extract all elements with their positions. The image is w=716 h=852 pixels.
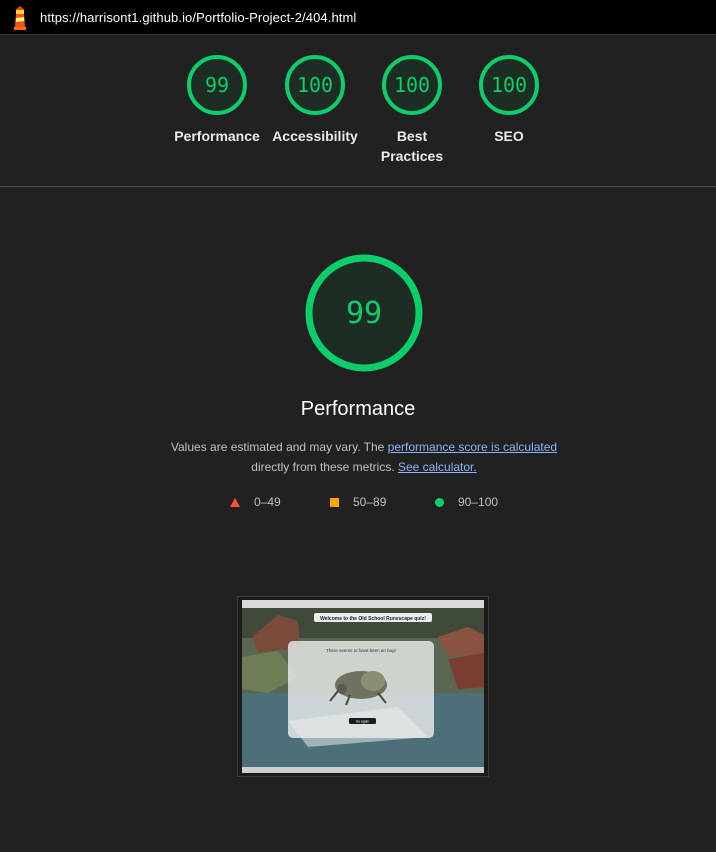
- gauge-performance-ring: 99: [187, 55, 247, 115]
- triangle-icon: [230, 497, 240, 507]
- address-bar: https://harrisont1.github.io/Portfolio-P…: [0, 0, 716, 35]
- gauge-label: Best Practices: [380, 128, 444, 164]
- gauge-seo-ring: 100: [479, 55, 539, 115]
- square-icon: [330, 497, 339, 507]
- gauge-score: 100: [297, 73, 333, 97]
- gauge-label: SEO: [494, 128, 524, 144]
- screenshot-button: Go again: [356, 720, 369, 724]
- gauge-score: 100: [394, 73, 430, 97]
- gauge-seo[interactable]: 100 SEO: [459, 53, 559, 146]
- performance-score: 99: [346, 296, 382, 331]
- performance-title: Performance: [300, 398, 416, 420]
- final-screenshot: Welcome to the Old School Runescape quiz…: [237, 596, 489, 777]
- gauge-performance[interactable]: 99 Performance: [167, 53, 267, 146]
- gauge-best-practices[interactable]: 100 Best Practices: [362, 53, 462, 166]
- screenshot-image: Welcome to the Old School Runescape quiz…: [242, 600, 484, 773]
- gauge-score: 100: [491, 73, 527, 97]
- see-calculator-link[interactable]: See calculator.: [398, 460, 477, 474]
- legend-fail: 0–49: [230, 492, 281, 512]
- legend-range: 50–89: [353, 495, 387, 509]
- score-legend: 0–49 50–89 90–100: [0, 492, 716, 512]
- gauge-label: Accessibility: [272, 128, 358, 144]
- gauge-accessibility[interactable]: 100 Accessibility: [265, 53, 365, 146]
- score-calculated-link[interactable]: performance score is calculated: [388, 440, 557, 454]
- gauge-accessibility-ring: 100: [285, 55, 345, 115]
- desc-text-2: directly from these metrics.: [251, 460, 395, 474]
- legend-average: 50–89: [330, 492, 386, 512]
- circle-icon: [435, 497, 444, 507]
- screenshot-modal-text: There seems to have been an bug!: [326, 648, 396, 653]
- url-text[interactable]: https://harrisont1.github.io/Portfolio-P…: [40, 10, 356, 25]
- lighthouse-icon: [14, 6, 26, 30]
- screenshot-banner: Welcome to the Old School Runescape quiz…: [320, 616, 426, 622]
- legend-range: 0–49: [254, 495, 281, 509]
- desc-text: Values are estimated and may vary. The: [170, 440, 388, 454]
- gauge-label: Performance: [174, 128, 260, 144]
- gauge-best-practices-ring: 100: [382, 55, 442, 115]
- legend-range: 90–100: [458, 495, 499, 509]
- performance-gauge-large: 99: [305, 254, 423, 372]
- legend-pass: 90–100: [435, 492, 498, 512]
- performance-description: Values are estimated and may vary. The p…: [150, 437, 578, 477]
- score-gauges: 99 Performance 100 Accessibility 100 Bes…: [0, 35, 716, 187]
- gauge-score: 99: [205, 73, 229, 97]
